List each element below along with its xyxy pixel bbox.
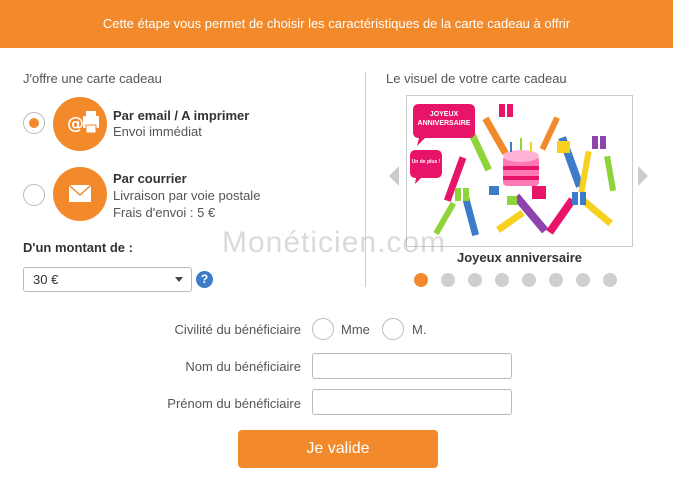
info-banner: Cette étape vous permet de choisir les c…: [0, 0, 673, 48]
carousel-dot-6[interactable]: [549, 273, 563, 287]
carousel-prev-arrow[interactable]: [389, 166, 399, 186]
carousel-dot-4[interactable]: [495, 273, 509, 287]
carousel-dot-3[interactable]: [468, 273, 482, 287]
carousel-pagination: [414, 273, 617, 287]
carousel-next-arrow[interactable]: [638, 166, 648, 186]
name-label: Nom du bénéficiaire: [185, 359, 301, 374]
civility-m-radio[interactable]: [382, 318, 404, 340]
firstname-label: Prénom du bénéficiaire: [167, 396, 301, 411]
name-field[interactable]: [312, 353, 512, 379]
email-print-icon: @: [53, 97, 107, 151]
carousel-dot-5[interactable]: [522, 273, 536, 287]
delivery-section-title: J'offre une carte cadeau: [23, 71, 162, 86]
gift-card-preview[interactable]: JOYEUX ANNIVERSAIRE Un de plus !: [406, 95, 633, 247]
amount-selected-value: 30 €: [33, 272, 59, 287]
amount-label: D'un montant de :: [23, 240, 133, 255]
card-badge: JOYEUX ANNIVERSAIRE: [417, 111, 471, 127]
radio-selected-dot: [29, 118, 39, 128]
delivery-mail-title: Par courrier: [113, 171, 187, 186]
chevron-down-icon: [175, 277, 183, 282]
civility-label: Civilité du bénéficiaire: [174, 322, 301, 337]
carousel-dot-1[interactable]: [414, 273, 428, 287]
envelope-icon: [53, 167, 107, 221]
civility-m-label: M.: [412, 322, 427, 337]
submit-button[interactable]: Je valide: [238, 430, 438, 468]
help-icon[interactable]: ?: [196, 271, 213, 288]
civility-mme-label: Mme: [341, 322, 370, 337]
delivery-email-radio[interactable]: [23, 112, 45, 134]
carousel-dot-7[interactable]: [576, 273, 590, 287]
svg-text:@: @: [67, 114, 84, 134]
delivery-email-desc: Envoi immédiat: [113, 124, 202, 139]
civility-mme-radio[interactable]: [312, 318, 334, 340]
amount-select[interactable]: 30 €: [23, 267, 192, 292]
delivery-mail-desc: Livraison par voie postale: [113, 188, 261, 203]
card-bubble: Un de plus !: [411, 159, 441, 165]
visual-section-title: Le visuel de votre carte cadeau: [386, 71, 567, 86]
firstname-field[interactable]: [312, 389, 512, 415]
carousel-dot-2[interactable]: [441, 273, 455, 287]
carousel-dot-8[interactable]: [603, 273, 617, 287]
delivery-mail-fee: Frais d'envoi : 5 €: [113, 205, 216, 220]
delivery-email-title: Par email / A imprimer: [113, 108, 250, 123]
delivery-mail-radio[interactable]: [23, 184, 45, 206]
watermark: Monéticien.com: [222, 226, 447, 259]
